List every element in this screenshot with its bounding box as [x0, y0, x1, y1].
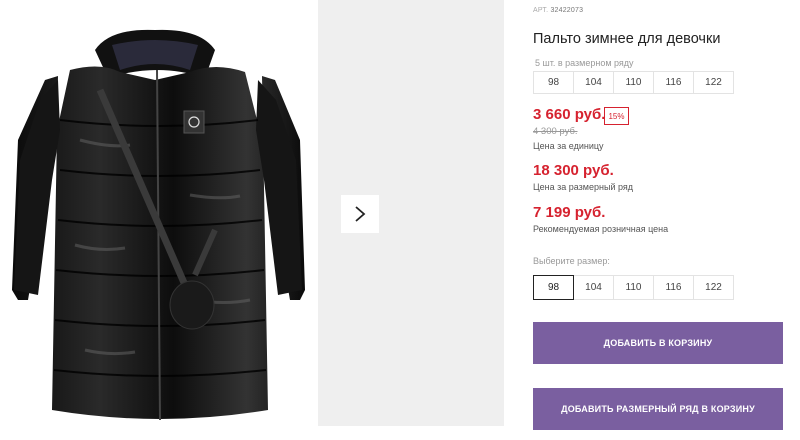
size-cell: 110 [613, 71, 654, 94]
size-row-note: 5 шт. в размерном ряду [535, 58, 634, 68]
size-cell: 98 [533, 71, 574, 94]
size-option-104[interactable]: 104 [573, 275, 614, 300]
size-option-116[interactable]: 116 [653, 275, 694, 300]
size-cell: 122 [693, 71, 734, 94]
discount-badge: 15% [604, 107, 629, 125]
product-image[interactable] [0, 0, 316, 440]
size-selector[interactable]: 98 104 110 116 122 [533, 275, 734, 300]
retail-price-caption: Рекомендуемая розничная цена [533, 224, 669, 234]
row-price-caption: Цена за размерный ряд [533, 182, 634, 192]
next-image-button[interactable] [341, 195, 379, 233]
unit-price: 3 660 руб. [533, 106, 606, 123]
add-size-row-to-cart-button[interactable]: ДОБАВИТЬ РАЗМЕРНЫЙ РЯД В КОРЗИНУ [533, 388, 783, 430]
retail-price: 7 199 руб. [533, 204, 606, 221]
chevron-right-icon [355, 206, 366, 222]
product-title: Пальто зимнее для девочки [533, 31, 721, 47]
add-to-cart-button[interactable]: ДОБАВИТЬ В КОРЗИНУ [533, 322, 783, 364]
coat-image [12, 29, 305, 421]
size-select-label: Выберите размер: [533, 256, 610, 266]
size-row-display: 98 104 110 116 122 [533, 71, 734, 94]
article-label: АРТ. [533, 7, 549, 14]
size-option-98[interactable]: 98 [533, 275, 574, 300]
row-price: 18 300 руб. [533, 162, 614, 179]
size-cell: 104 [573, 71, 614, 94]
size-cell: 116 [653, 71, 694, 94]
size-option-110[interactable]: 110 [613, 275, 654, 300]
article-number: АРТ. 32422073 [533, 7, 583, 14]
old-price: 4 300 руб. [533, 126, 578, 137]
article-value: 32422073 [550, 7, 584, 14]
unit-price-caption: Цена за единицу [533, 141, 604, 151]
size-option-122[interactable]: 122 [693, 275, 734, 300]
